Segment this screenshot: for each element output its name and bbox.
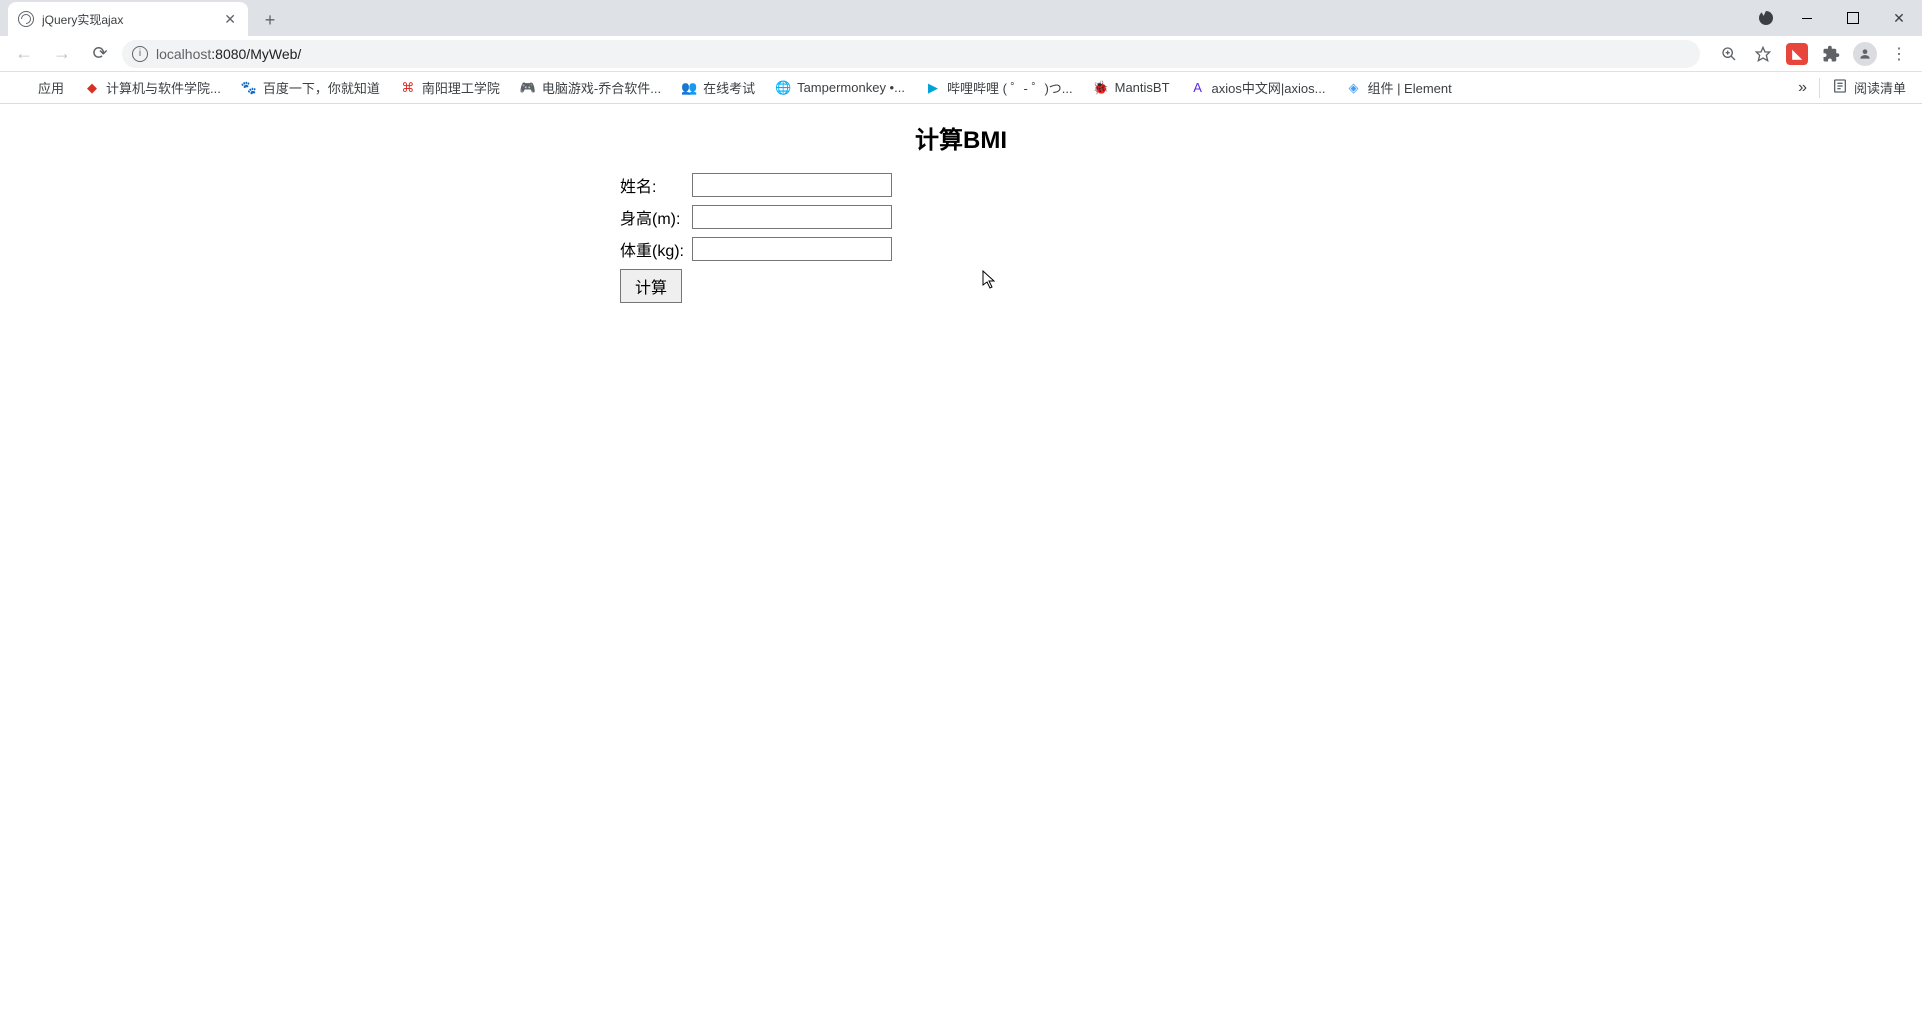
extension-icon[interactable]: ◣ [1782, 39, 1812, 69]
url-path: :8080/MyWeb/ [211, 46, 301, 62]
form-row-weight: 体重(kg): [620, 237, 900, 261]
apps-bookmark[interactable]: 应用 [8, 74, 72, 101]
weight-input[interactable] [692, 237, 892, 261]
bookmark-star-icon[interactable] [1748, 39, 1778, 69]
bookmark-item-7[interactable]: 🐞 MantisBT [1085, 76, 1178, 100]
name-label: 姓名: [620, 173, 692, 197]
bookmark-label: 百度一下，你就知道 [263, 78, 380, 97]
extensions-puzzle-icon[interactable] [1816, 39, 1846, 69]
bookmark-label: MantisBT [1115, 80, 1170, 95]
forward-button[interactable]: → [46, 38, 78, 70]
reading-list-icon [1832, 78, 1848, 97]
bookmark-label: 在线考试 [703, 78, 755, 97]
bookmark-icon: ⌘ [400, 80, 416, 96]
page-content: 计算BMI 姓名: 身高(m): 体重(kg): 计算 [0, 104, 1922, 303]
url-host: localhost [156, 46, 211, 62]
menu-icon[interactable]: ⋮ [1884, 39, 1914, 69]
bug-icon: 🐞 [1093, 80, 1109, 96]
height-input[interactable] [692, 205, 892, 229]
site-info-icon[interactable]: i [132, 46, 148, 62]
globe-icon: 🌐 [775, 80, 791, 96]
bmi-form: 姓名: 身高(m): 体重(kg): 计算 [620, 173, 900, 303]
reload-button[interactable]: ⟳ [84, 38, 116, 70]
bookmark-label: 南阳理工学院 [422, 78, 500, 97]
bookmark-label: axios中文网|axios... [1212, 78, 1326, 97]
globe-icon [18, 11, 34, 27]
page-title: 计算BMI [0, 120, 1922, 155]
bookmark-item-2[interactable]: ⌘ 南阳理工学院 [392, 74, 508, 101]
profile-avatar-icon[interactable] [1850, 39, 1880, 69]
bookmark-label: 计算机与软件学院... [106, 78, 221, 97]
apps-grid-icon [16, 80, 32, 96]
chevron-right-icon: » [1798, 79, 1807, 97]
bookmark-label: 哔哩哔哩 ( ゜- ゜)つ... [947, 78, 1073, 97]
bookmark-item-3[interactable]: 🎮 电脑游戏-乔合软件... [512, 74, 669, 101]
address-bar[interactable]: i localhost:8080/MyWeb/ [122, 40, 1700, 68]
tab-title: jQuery实现ajax [42, 11, 214, 28]
bookmark-icon: 🎮 [520, 80, 536, 96]
window-controls [1748, 0, 1922, 36]
form-row-height: 身高(m): [620, 205, 900, 229]
bookmark-item-6[interactable]: ▶ 哔哩哔哩 ( ゜- ゜)つ... [917, 74, 1081, 101]
bookmark-icon: 👥 [681, 80, 697, 96]
bookmark-label: 电脑游戏-乔合软件... [542, 78, 661, 97]
browser-tab-strip: jQuery实现ajax ✕ + [0, 0, 1922, 36]
bookmarks-bar: 应用 ◆ 计算机与软件学院... 🐾 百度一下，你就知道 ⌘ 南阳理工学院 🎮 … [0, 72, 1922, 104]
apps-label: 应用 [38, 78, 64, 97]
weight-label: 体重(kg): [620, 237, 692, 261]
minimize-button[interactable] [1784, 3, 1830, 33]
height-label: 身高(m): [620, 205, 692, 229]
account-indicator-icon[interactable] [1748, 3, 1784, 33]
bookmarks-overflow[interactable]: » [1790, 75, 1815, 101]
form-row-name: 姓名: [620, 173, 900, 197]
calculate-button[interactable]: 计算 [620, 269, 682, 303]
new-tab-button[interactable]: + [256, 6, 284, 34]
toolbar-icons: ◣ ⋮ [1714, 39, 1914, 69]
url-text: localhost:8080/MyWeb/ [156, 46, 301, 62]
bookmark-label: 组件 | Element [1367, 78, 1451, 97]
bookmark-icon: ◆ [84, 80, 100, 96]
bookmark-item-1[interactable]: 🐾 百度一下，你就知道 [233, 74, 388, 101]
bookmark-item-8[interactable]: A axios中文网|axios... [1182, 74, 1334, 101]
bookmark-label: Tampermonkey •... [797, 80, 905, 95]
bookmark-item-0[interactable]: ◆ 计算机与软件学院... [76, 74, 229, 101]
paw-icon: 🐾 [241, 80, 257, 96]
back-button[interactable]: ← [8, 38, 40, 70]
tv-icon: ▶ [925, 80, 941, 96]
browser-tab[interactable]: jQuery实现ajax ✕ [8, 2, 248, 36]
name-input[interactable] [692, 173, 892, 197]
bookmark-item-4[interactable]: 👥 在线考试 [673, 74, 763, 101]
address-bar-row: ← → ⟳ i localhost:8080/MyWeb/ ◣ ⋮ [0, 36, 1922, 72]
close-window-button[interactable] [1876, 3, 1922, 33]
bookmark-icon: A [1190, 80, 1206, 96]
close-tab-icon[interactable]: ✕ [222, 11, 238, 28]
zoom-icon[interactable] [1714, 39, 1744, 69]
maximize-button[interactable] [1830, 3, 1876, 33]
reading-list-button[interactable]: 阅读清单 [1824, 74, 1914, 101]
bookmark-item-5[interactable]: 🌐 Tampermonkey •... [767, 76, 913, 100]
bookmark-icon: ◈ [1345, 80, 1361, 96]
bookmark-item-9[interactable]: ◈ 组件 | Element [1337, 74, 1459, 101]
reading-list-label: 阅读清单 [1854, 78, 1906, 97]
